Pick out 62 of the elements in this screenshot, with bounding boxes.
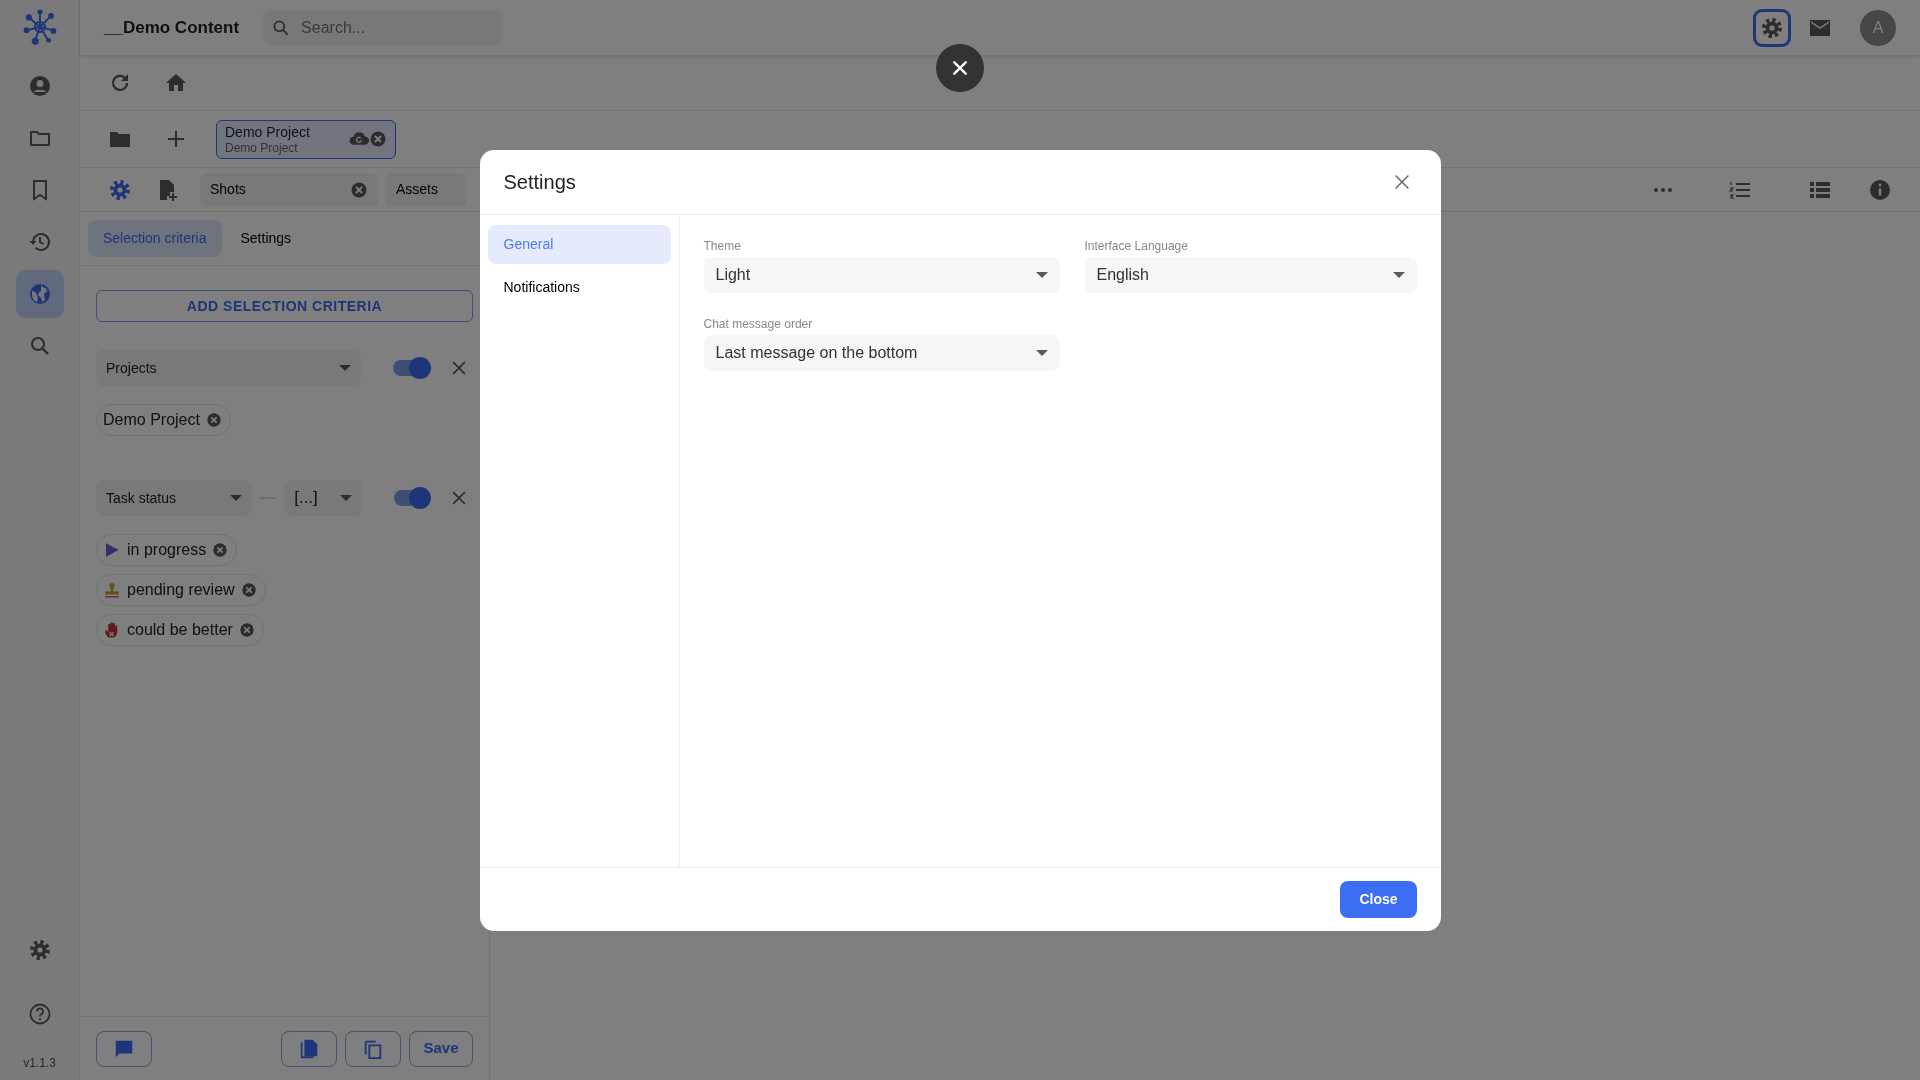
caret-icon	[1035, 349, 1048, 356]
settings-icon	[108, 177, 132, 202]
remove-icon[interactable]	[238, 622, 255, 638]
save-button[interactable]: Save	[409, 1030, 473, 1067]
caret-icon	[1392, 271, 1405, 278]
close-icon[interactable]	[350, 180, 368, 199]
field-label: Interface Language	[1084, 237, 1189, 255]
caret-icon	[229, 495, 242, 501]
panel-tab[interactable]: Selection criteria	[88, 220, 222, 257]
close-button[interactable]	[936, 44, 984, 92]
rail-button[interactable]	[15, 270, 64, 318]
caret-icon	[339, 495, 352, 501]
duplicate-button[interactable]	[281, 1030, 337, 1067]
dropdown-field[interactable]: Last message on the bottom	[703, 334, 1060, 371]
chip-label: pending review	[127, 580, 235, 600]
app-title: __Demo Content	[104, 16, 240, 39]
dialog-title: Settings	[503, 169, 576, 195]
chip-label: in progress	[127, 540, 207, 560]
remove-icon[interactable]	[205, 412, 222, 428]
help-icon	[27, 1002, 52, 1026]
add-criteria-button[interactable]: ADD SELECTION CRITERIA	[96, 290, 473, 322]
entity-tab[interactable]: Assets	[386, 172, 466, 207]
settings-icon	[1760, 15, 1784, 40]
stamp-icon	[103, 581, 121, 599]
field-label: Theme	[703, 237, 742, 255]
chip-label: could be better	[127, 620, 233, 640]
search-input[interactable]: Search...	[299, 14, 470, 41]
criteria-select[interactable]: Task status	[96, 480, 252, 516]
dropdown-field[interactable]: English	[1084, 256, 1417, 293]
nav-item[interactable]: Notifications	[487, 267, 671, 307]
chat-button[interactable]	[96, 1030, 152, 1067]
toggle-switch[interactable]	[393, 490, 429, 506]
search-field[interactable]: Search...	[263, 10, 504, 45]
operator-select[interactable]: [...]	[284, 480, 362, 516]
play-icon	[103, 541, 121, 559]
close-button[interactable]: Close	[1340, 880, 1417, 918]
criteria-select[interactable]: Projects	[96, 350, 361, 386]
remove-icon[interactable]	[240, 582, 257, 598]
dropdown-field[interactable]: Light	[703, 256, 1060, 293]
project-tab[interactable]: Demo Project Demo Project	[216, 119, 396, 159]
globe-icon	[27, 282, 52, 306]
chip-label: Demo Project	[103, 410, 200, 430]
field-label: Chat message order	[703, 315, 814, 333]
copy-button[interactable]	[345, 1030, 401, 1067]
settings-icon	[27, 938, 52, 962]
more-icon	[1654, 187, 1672, 192]
nav-item[interactable]: General	[487, 224, 671, 264]
panel-tab[interactable]: Settings	[225, 220, 307, 257]
entity-tab[interactable]: Shots	[200, 172, 378, 207]
project-subtitle: Demo Project	[225, 140, 299, 155]
profile-icon	[27, 74, 52, 98]
caret-icon	[1035, 271, 1048, 278]
file-copy-icon	[298, 1037, 320, 1060]
version-label: v1.1.3	[23, 1055, 56, 1072]
toggle-switch[interactable]	[392, 360, 429, 376]
close-icon[interactable]	[369, 130, 387, 148]
remove-icon[interactable]	[212, 542, 229, 558]
caret-icon	[338, 365, 351, 371]
settings-button[interactable]	[1756, 11, 1788, 44]
info-icon	[1868, 177, 1892, 202]
project-title: Demo Project	[225, 123, 311, 141]
history-icon	[27, 230, 52, 254]
